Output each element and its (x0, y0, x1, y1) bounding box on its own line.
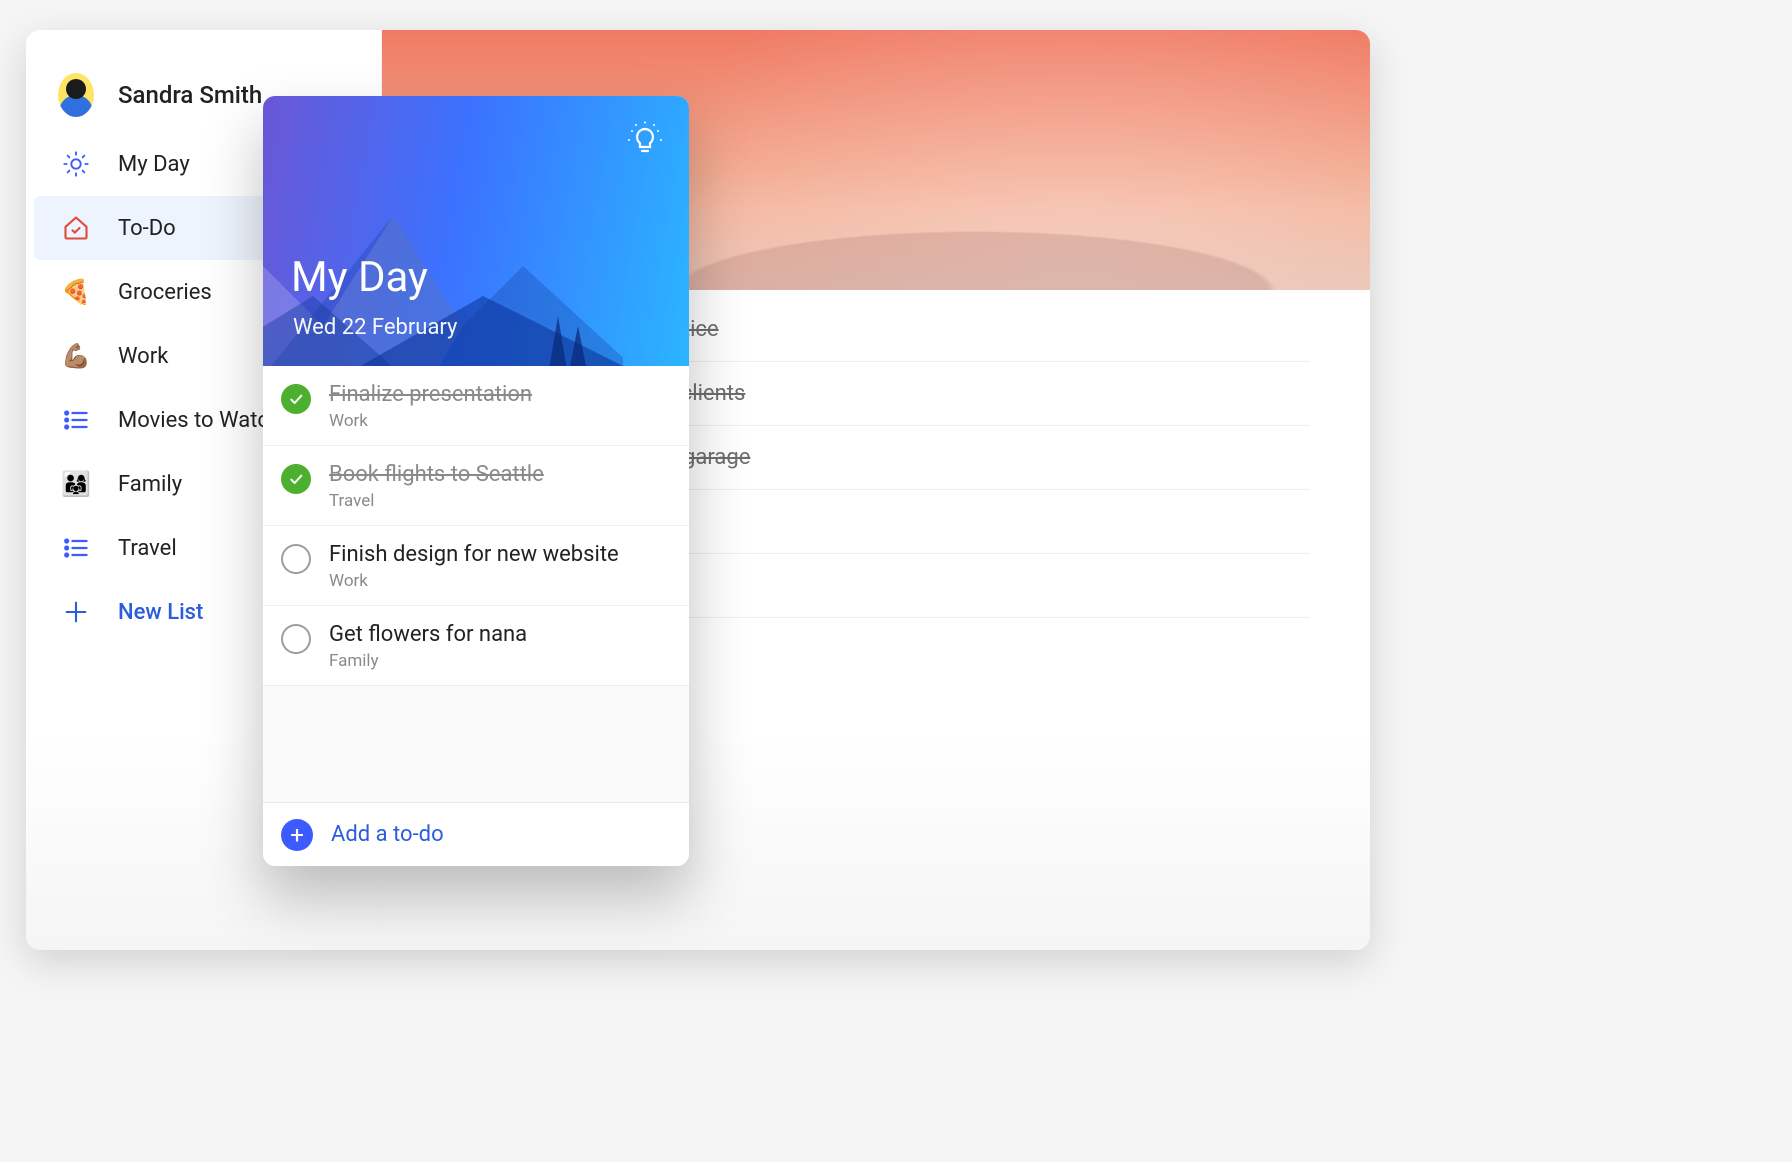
suggestions-button[interactable] (619, 114, 671, 166)
task-checkbox[interactable] (281, 544, 311, 574)
task-item[interactable]: Get flowers for nana Family (263, 606, 689, 686)
card-title: My Day (291, 253, 428, 302)
card-date: Wed 22 February (293, 315, 457, 340)
sidebar-item-label: To-Do (118, 216, 176, 241)
task-checkbox[interactable] (281, 624, 311, 654)
card-hero: My Day Wed 22 February (263, 96, 689, 366)
sidebar-item-label: Travel (118, 536, 177, 561)
add-todo-button[interactable]: + Add a to-do (263, 802, 689, 866)
sidebar-item-label: Work (118, 344, 168, 369)
task-checkbox[interactable] (281, 464, 311, 494)
family-icon: 👨‍👩‍👧 (58, 466, 94, 502)
sun-icon (58, 146, 94, 182)
plus-icon (58, 594, 94, 630)
task-list-label: Travel (329, 491, 544, 511)
user-name: Sandra Smith (118, 81, 262, 109)
task-title: Finalize presentation (329, 382, 532, 407)
plus-circle-icon: + (281, 819, 313, 851)
sidebar-item-label: Groceries (118, 280, 212, 305)
sidebar-item-label: Movies to Watch (118, 408, 281, 433)
task-list-label: Work (329, 571, 619, 591)
check-icon (288, 471, 304, 487)
muscle-icon: 💪🏽 (58, 338, 94, 374)
task-item[interactable]: Finish design for new website Work (263, 526, 689, 606)
task-list-label: Family (329, 651, 527, 671)
task-title: Get flowers for nana (329, 622, 527, 647)
home-check-icon (58, 210, 94, 246)
new-list-label: New List (118, 600, 203, 625)
task-item[interactable]: Book flights to Seattle Travel (263, 446, 689, 526)
avatar (58, 77, 94, 113)
sidebar-item-label: Family (118, 472, 182, 497)
add-todo-label: Add a to-do (331, 822, 444, 847)
task-item[interactable]: Finalize presentation Work (263, 366, 689, 446)
background-window: Sandra Smith My Day To-Do 🍕 Groceries 💪� (26, 30, 1370, 950)
my-day-card: My Day Wed 22 February Finalize presenta… (263, 96, 689, 866)
list-icon (58, 530, 94, 566)
lightbulb-icon (625, 120, 665, 160)
card-task-list: Finalize presentation Work Book flights … (263, 366, 689, 802)
task-title: Book flights to Seattle (329, 462, 544, 487)
list-icon (58, 402, 94, 438)
task-title: Finish design for new website (329, 542, 619, 567)
pizza-icon: 🍕 (58, 274, 94, 310)
task-list-label: Work (329, 411, 532, 431)
check-icon (288, 391, 304, 407)
task-checkbox[interactable] (281, 384, 311, 414)
sidebar-item-label: My Day (118, 152, 190, 177)
